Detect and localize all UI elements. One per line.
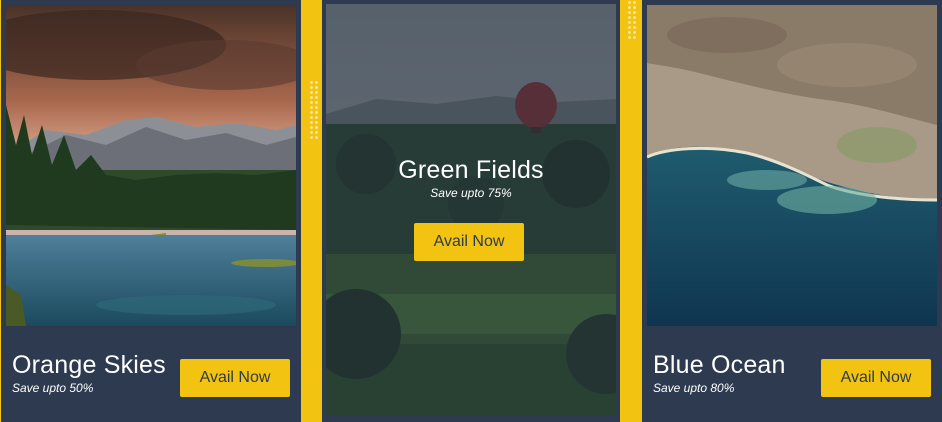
card-subtitle: Save upto 50% xyxy=(12,381,94,395)
card-caption: Orange Skies Save upto 50% xyxy=(12,350,166,396)
card-subtitle: Save upto 75% xyxy=(430,186,512,200)
dot-pattern xyxy=(309,80,319,140)
offer-card-blue-ocean: Blue Ocean Save upto 80% Avail Now xyxy=(642,0,942,422)
card-subtitle: Save upto 80% xyxy=(653,381,735,395)
avail-now-button[interactable]: Avail Now xyxy=(821,359,931,397)
card-caption: Blue Ocean Save upto 80% xyxy=(653,350,786,396)
card-title: Blue Ocean xyxy=(653,351,786,379)
dot-pattern xyxy=(627,0,637,40)
mountain-lake-image xyxy=(6,5,296,326)
image-overlay xyxy=(326,4,616,416)
offer-card-orange-skies: Orange Skies Save upto 50% Avail Now xyxy=(1,0,301,422)
card-title: Green Fields xyxy=(398,156,544,184)
avail-now-button[interactable]: Avail Now xyxy=(414,223,524,261)
avail-now-button[interactable]: Avail Now xyxy=(180,359,290,397)
offer-card-green-fields: Green Fields Save upto 75% Avail Now xyxy=(322,0,620,422)
coastline-aerial-image xyxy=(647,5,937,326)
card-title: Orange Skies xyxy=(12,351,166,379)
card-caption: Green Fields Save upto 75% xyxy=(322,155,620,201)
